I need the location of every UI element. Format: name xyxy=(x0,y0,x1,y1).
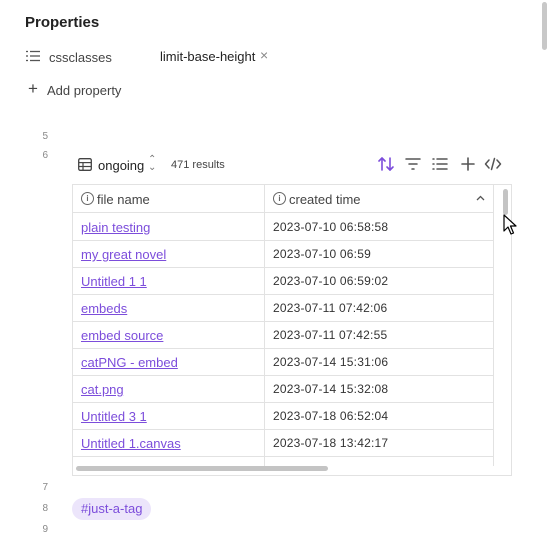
table-row[interactable]: catPNG - embed 2023-07-14 15:31:06 xyxy=(73,348,493,376)
table-icon xyxy=(78,158,92,171)
properties-heading: Properties xyxy=(25,14,100,31)
base-view-toolbar: ongoing ⌃ ⌄ 471 results xyxy=(78,155,508,177)
file-name-link[interactable]: plain testing xyxy=(81,220,150,235)
list-icon xyxy=(26,50,40,62)
plus-icon: + xyxy=(28,79,38,98)
add-property-button[interactable]: + Add property xyxy=(28,79,148,101)
add-icon[interactable] xyxy=(459,155,477,173)
created-time-cell: 2023-07-11 07:42:55 xyxy=(273,328,388,342)
line-number: 9 xyxy=(42,524,48,535)
table-row[interactable]: embeds 2023-07-11 07:42:06 xyxy=(73,294,493,322)
line-number: 5 xyxy=(42,131,48,142)
column-header-created-time[interactable]: i created time xyxy=(265,185,493,212)
table-row[interactable]: cat.png 2023-07-14 15:32:08 xyxy=(73,375,493,403)
created-time-cell: 2023-07-18 13:42:17 xyxy=(273,436,389,450)
results-count: 471 results xyxy=(171,159,225,171)
horizontal-scrollbar[interactable] xyxy=(76,466,328,471)
view-selector[interactable]: ongoing xyxy=(98,158,144,173)
property-row-cssclasses[interactable]: cssclasses limit-base-height × xyxy=(26,47,326,67)
table-row[interactable]: Untitled 1 1 2023-07-10 06:59:02 xyxy=(73,267,493,295)
table-row[interactable]: plain testing 2023-07-10 06:58:58 xyxy=(73,213,493,241)
column-label: created time xyxy=(289,192,361,207)
table-row[interactable]: Untitled 1.canvas 2023-07-18 13:42:17 xyxy=(73,429,493,457)
line-number: 7 xyxy=(42,482,48,493)
line-number: 6 xyxy=(42,150,48,161)
column-divider xyxy=(493,185,494,466)
created-time-cell: 2023-07-11 07:42:06 xyxy=(273,301,388,315)
sort-icon[interactable] xyxy=(377,155,395,173)
property-value-pill[interactable]: limit-base-height xyxy=(160,49,255,64)
property-key[interactable]: cssclasses xyxy=(49,50,112,65)
line-number: 8 xyxy=(42,503,48,514)
table-row[interactable]: Untitled 3 1 2023-07-18 06:52:04 xyxy=(73,402,493,430)
file-name-link[interactable]: my great novel xyxy=(81,247,166,262)
remove-value-icon[interactable]: × xyxy=(260,47,268,63)
file-name-link[interactable]: Untitled 1.canvas xyxy=(81,436,181,451)
file-name-link[interactable]: Untitled 3 1 xyxy=(81,409,147,424)
column-header-file-name[interactable]: i file name xyxy=(73,185,264,212)
created-time-cell: 2023-07-14 15:32:08 xyxy=(273,382,389,396)
file-name-link[interactable]: embed source xyxy=(81,328,163,343)
created-time-cell: 2023-07-10 06:58:58 xyxy=(273,220,389,234)
file-name-link[interactable]: cat.png xyxy=(81,382,124,397)
code-icon[interactable] xyxy=(484,155,502,173)
tag-pill[interactable]: #just-a-tag xyxy=(72,498,152,520)
base-table: i file name i created time plain testing… xyxy=(72,184,512,476)
created-time-cell: 2023-07-10 06:59 xyxy=(273,247,371,261)
filter-icon[interactable] xyxy=(404,155,422,173)
properties-icon[interactable] xyxy=(431,155,449,173)
table-row[interactable]: embed source 2023-07-11 07:42:55 xyxy=(73,321,493,349)
chevron-updown-icon[interactable]: ⌃ ⌄ xyxy=(148,155,156,173)
mouse-cursor-icon xyxy=(503,214,517,235)
table-header: i file name i created time xyxy=(73,185,493,213)
file-name-link[interactable]: catPNG - embed xyxy=(81,355,178,370)
created-time-cell: 2023-07-14 15:31:06 xyxy=(273,355,389,369)
created-time-cell: 2023-07-18 06:52:04 xyxy=(273,409,389,423)
page-scrollbar[interactable] xyxy=(542,2,547,50)
vertical-scrollbar[interactable] xyxy=(503,189,508,215)
column-label: file name xyxy=(97,192,150,207)
file-name-link[interactable]: embeds xyxy=(81,301,127,316)
chevron-up-icon[interactable] xyxy=(476,195,485,201)
info-icon: i xyxy=(273,192,286,205)
add-property-label: Add property xyxy=(47,83,122,98)
info-icon: i xyxy=(81,192,94,205)
table-row[interactable]: my great novel 2023-07-10 06:59 xyxy=(73,240,493,268)
created-time-cell: 2023-07-10 06:59:02 xyxy=(273,274,389,288)
file-name-link[interactable]: Untitled 1 1 xyxy=(81,274,147,289)
